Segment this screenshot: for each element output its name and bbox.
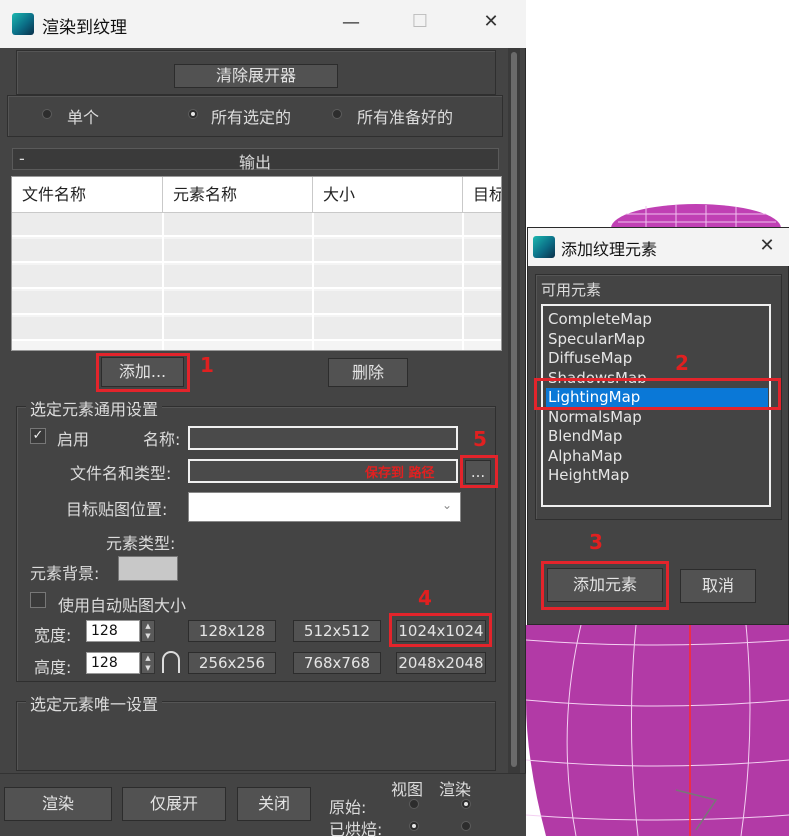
available-elements-label: 可用元素	[541, 281, 602, 299]
clear-unwrapper-button[interactable]: 清除展开器	[174, 64, 338, 88]
width-input[interactable]: 128	[86, 620, 140, 642]
column-header-element-name[interactable]: 元素名称	[163, 177, 313, 213]
size-preset-256[interactable]: 256x256	[188, 652, 276, 674]
cancel-button[interactable]: 取消	[680, 569, 756, 603]
element-bg-label: 元素背景:	[30, 564, 100, 583]
annotation-label-2: 2	[675, 351, 689, 375]
annotation-label-3: 3	[589, 530, 603, 554]
column-divider	[312, 213, 314, 350]
column-header-size[interactable]: 大小	[313, 177, 463, 213]
name-field[interactable]	[188, 426, 458, 450]
auto-map-size-label: 使用自动贴图大小	[58, 596, 187, 615]
size-preset-128[interactable]: 128x128	[188, 620, 276, 642]
size-preset-2048[interactable]: 2048x2048	[396, 652, 486, 674]
delete-button[interactable]: 删除	[328, 358, 408, 387]
list-item[interactable]: HeightMap	[546, 466, 768, 485]
unwrap-only-button[interactable]: 仅展开	[122, 787, 226, 821]
width-spinner[interactable]: ▲ ▼	[141, 620, 155, 642]
scrollbar[interactable]	[508, 48, 520, 773]
radio-all-selected-label: 所有选定的	[211, 108, 292, 127]
target-map-dropdown[interactable]: ⌄	[188, 492, 461, 522]
baked-render-radio[interactable]	[461, 821, 471, 831]
column-header-file-name[interactable]: 文件名称	[12, 177, 163, 213]
table-row[interactable]	[12, 291, 501, 315]
annotation-label-1: 1	[200, 353, 214, 377]
original-label: 原始:	[329, 798, 367, 817]
render-label: 渲染	[439, 780, 472, 799]
table-row[interactable]	[12, 265, 501, 289]
width-label: 宽度:	[34, 626, 72, 645]
common-settings-title: 选定元素通用设置	[26, 396, 163, 420]
original-render-radio[interactable]	[461, 799, 471, 809]
maximize-button[interactable]: ☐	[405, 11, 435, 32]
list-item[interactable]: CompleteMap	[546, 310, 768, 329]
annotation-box-1	[96, 353, 190, 392]
list-item[interactable]: SpecularMap	[546, 330, 768, 349]
render-to-texture-window: 渲染到纹理 — ☐ ✕ 清除展开器 单个 所有选定的 所有准备好的 - 输出 文…	[0, 0, 526, 839]
radio-all-selected[interactable]	[188, 109, 198, 119]
view-label: 视图	[391, 780, 424, 799]
element-bg-swatch[interactable]	[118, 556, 178, 581]
target-map-label: 目标贴图位置:	[66, 500, 168, 519]
title-bar[interactable]: 渲染到纹理 — ☐ ✕	[0, 0, 526, 48]
output-table[interactable]: 文件名称 元素名称 大小 目标	[11, 176, 502, 351]
annotation-label-5: 5	[473, 427, 487, 451]
minimize-button[interactable]: —	[336, 12, 366, 33]
name-label: 名称:	[143, 430, 181, 449]
height-spinner[interactable]: ▲ ▼	[141, 652, 155, 674]
height-input[interactable]: 128	[86, 652, 140, 674]
app-icon	[533, 236, 555, 258]
column-divider	[462, 213, 464, 350]
collapse-toggle[interactable]: -	[19, 149, 25, 168]
annotation-box-2	[534, 378, 781, 410]
file-name-type-label: 文件名和类型:	[70, 464, 172, 483]
original-view-radio[interactable]	[409, 799, 419, 809]
dialog-title: 添加纹理元素	[561, 240, 658, 259]
lock-aspect-icon[interactable]	[162, 651, 180, 673]
annotation-box-4	[389, 613, 492, 647]
render-button[interactable]: 渲染	[4, 787, 112, 821]
dialog-title-bar[interactable]: 添加纹理元素 ✕	[528, 228, 789, 266]
column-divider	[162, 213, 164, 350]
radio-single[interactable]	[42, 109, 52, 119]
output-title: 输出	[239, 153, 272, 172]
column-header-target[interactable]: 目标	[463, 177, 501, 213]
size-preset-768[interactable]: 768x768	[293, 652, 381, 674]
height-label: 高度:	[34, 658, 72, 677]
save-to-path-note: 保存到 路径	[365, 466, 435, 481]
element-type-label: 元素类型:	[106, 534, 176, 553]
list-item[interactable]: AlphaMap	[546, 447, 768, 466]
annotation-label-4: 4	[418, 586, 432, 610]
output-rollout-header[interactable]: - 输出	[12, 148, 499, 172]
list-item[interactable]: DiffuseMap	[546, 349, 768, 368]
list-item[interactable]: NormalsMap	[546, 408, 768, 427]
baked-label: 已烘焙:	[329, 820, 383, 839]
table-row[interactable]	[12, 317, 501, 341]
radio-all-prepared-label: 所有准备好的	[357, 108, 454, 127]
app-icon	[12, 13, 34, 35]
annotation-box-3	[541, 561, 669, 610]
table-row[interactable]	[12, 239, 501, 263]
close-window-button[interactable]: 关闭	[237, 787, 311, 821]
enable-label: 启用	[57, 430, 90, 449]
scrollbar-thumb[interactable]	[511, 52, 517, 767]
radio-all-prepared[interactable]	[332, 109, 342, 119]
chevron-down-icon: ⌄	[441, 498, 452, 512]
list-item[interactable]: BlendMap	[546, 427, 768, 446]
window-title: 渲染到纹理	[42, 18, 127, 38]
table-row[interactable]	[12, 213, 501, 237]
radio-single-label: 单个	[67, 108, 100, 127]
add-texture-element-dialog: 添加纹理元素 ✕ 可用元素 CompleteMap SpecularMap Di…	[527, 227, 789, 625]
size-preset-512[interactable]: 512x512	[293, 620, 381, 642]
baked-view-radio[interactable]	[409, 821, 419, 831]
annotation-box-5	[460, 455, 498, 488]
enable-checkbox[interactable]: ✓	[30, 428, 46, 444]
unique-settings-title: 选定元素唯一设置	[26, 691, 163, 715]
dialog-close-button[interactable]: ✕	[752, 235, 782, 256]
close-button[interactable]: ✕	[476, 11, 506, 32]
auto-map-size-checkbox[interactable]	[30, 592, 46, 608]
